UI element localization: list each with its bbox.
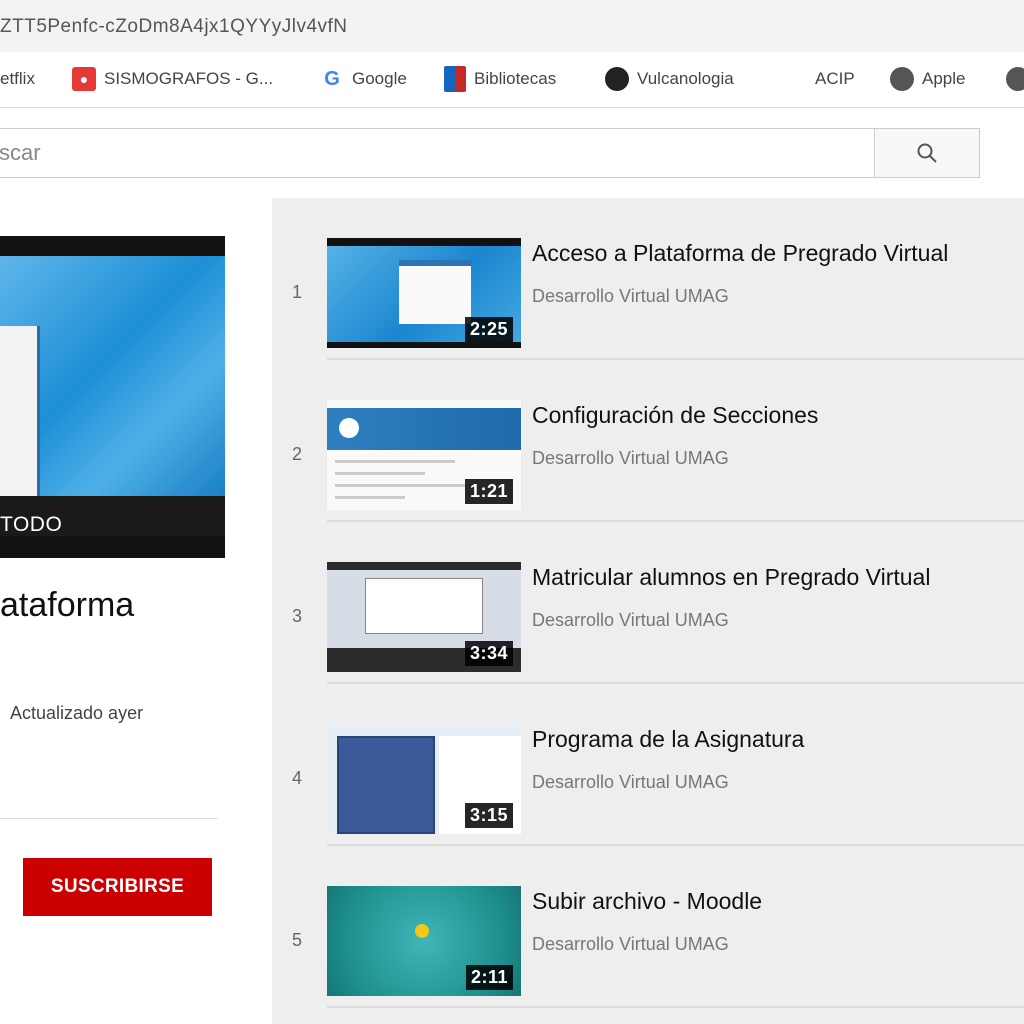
video-row[interactable]: 3 3:34 Matricular alumnos en Pregrado Vi… [272, 522, 1024, 684]
bookmark-netflix[interactable]: etflix [0, 64, 35, 94]
playlist-sidebar: TODO ataforma Actualizado ayer SUSCRIBIR… [0, 198, 270, 1024]
search-icon [917, 143, 937, 163]
subscribe-button[interactable]: SUSCRIBIRSE [23, 858, 212, 916]
playlist-thumbnail[interactable]: TODO [0, 236, 225, 558]
divider [0, 818, 218, 819]
video-index: 5 [292, 930, 303, 950]
video-title[interactable]: Acceso a Plataforma de Pregrado Virtual [532, 240, 948, 267]
bookmark-label: Vulcanologia [637, 69, 734, 88]
video-channel[interactable]: Desarrollo Virtual UMAG [532, 610, 729, 631]
play-all-label: TODO [0, 513, 63, 536]
url-text[interactable]: ZTT5Penfc-cZoDm8A4jx1QYYyJlv4vfN [0, 16, 348, 38]
video-title[interactable]: Matricular alumnos en Pregrado Virtual [532, 564, 930, 591]
video-row[interactable]: 1 2:25 Acceso a Plataforma de Pregrado V… [272, 198, 1024, 360]
video-channel[interactable]: Desarrollo Virtual UMAG [532, 772, 729, 793]
thumbnail-line [335, 496, 405, 499]
bookmark-bibliotecas[interactable]: Bibliotecas [444, 64, 556, 94]
video-thumbnail[interactable]: 2:11 [327, 886, 521, 996]
address-bar[interactable]: ZTT5Penfc-cZoDm8A4jx1QYYyJlv4vfN [0, 0, 1024, 52]
video-thumbnail[interactable]: 3:15 [327, 724, 521, 834]
video-row[interactable]: 2 1:21 Configuración de Secciones Desarr… [272, 360, 1024, 522]
bookmarks-bar: etflix ● SISMOGRAFOS - G... G Google Bib… [0, 52, 1024, 108]
thumbnail-frame [327, 342, 521, 348]
thumbnail-line [335, 460, 455, 463]
video-duration: 3:34 [464, 641, 513, 666]
google-icon: G [324, 67, 340, 90]
video-row[interactable]: 5 2:11 Subir archivo - Moodle Desarrollo… [272, 846, 1024, 1008]
bookmark-label: SISMOGRAFOS - G... [104, 69, 274, 88]
playlist-title[interactable]: ataforma [0, 586, 134, 625]
video-row[interactable]: 4 3:15 Programa de la Asignatura Desarro… [272, 684, 1024, 846]
video-channel[interactable]: Desarrollo Virtual UMAG [532, 286, 729, 307]
video-duration: 2:11 [465, 965, 513, 990]
video-duration: 2:25 [464, 317, 513, 342]
video-index: 4 [292, 768, 303, 788]
bookmark-google[interactable]: G Google [320, 64, 407, 94]
video-thumbnail[interactable]: 1:21 [327, 400, 521, 510]
bookmark-vulcanologia[interactable]: Vulcanologia [605, 64, 734, 94]
video-index: 2 [292, 444, 303, 464]
bookmark-apple[interactable]: Apple [890, 64, 965, 94]
bookmark-label: ACIP [815, 69, 855, 88]
search-row [0, 108, 1024, 198]
thumbnail-dialog [365, 578, 483, 634]
bookmark-label: etflix [0, 69, 35, 88]
thumbnail-window [0, 326, 40, 496]
video-duration: 1:21 [464, 479, 513, 504]
library-icon [444, 66, 466, 92]
video-index: 1 [292, 282, 303, 302]
video-list: 1 2:25 Acceso a Plataforma de Pregrado V… [272, 198, 1024, 1024]
video-title[interactable]: Programa de la Asignatura [532, 726, 804, 753]
video-thumbnail[interactable]: 3:34 [327, 562, 521, 672]
thumbnail-document [337, 736, 435, 834]
thumbnail-line [335, 484, 465, 487]
map-pin-icon: ● [72, 67, 96, 91]
thumbnail-dialog [399, 260, 471, 324]
bookmark-sismografos[interactable]: ● SISMOGRAFOS - G... [72, 64, 273, 94]
play-all-bar[interactable]: TODO [0, 496, 225, 536]
bookmark-acip[interactable]: ACIP [815, 64, 855, 94]
playlist-updated: Actualizado ayer [10, 703, 144, 723]
thumbnail-logo [339, 418, 359, 438]
video-index: 3 [292, 606, 303, 626]
globe-icon [1006, 67, 1024, 91]
video-thumbnail[interactable]: 2:25 [327, 238, 521, 348]
bookmark-label: Google [352, 69, 407, 88]
bookmark-overflow[interactable] [1006, 64, 1024, 94]
thumbnail-frame [327, 238, 521, 246]
bookmark-label: Bibliotecas [474, 69, 557, 88]
globe-icon [890, 67, 914, 91]
sun-icon [415, 924, 429, 938]
row-separator [327, 1006, 1024, 1008]
bookmark-label: Apple [922, 69, 966, 88]
globe-icon [605, 67, 629, 91]
search-button[interactable] [874, 128, 980, 178]
video-channel[interactable]: Desarrollo Virtual UMAG [532, 448, 729, 469]
search-box[interactable] [0, 128, 874, 178]
video-title[interactable]: Configuración de Secciones [532, 402, 818, 429]
search-input[interactable] [0, 129, 874, 177]
video-channel[interactable]: Desarrollo Virtual UMAG [532, 934, 729, 955]
thumbnail-line [335, 472, 425, 475]
video-title[interactable]: Subir archivo - Moodle [532, 888, 762, 915]
video-duration: 3:15 [464, 803, 513, 828]
